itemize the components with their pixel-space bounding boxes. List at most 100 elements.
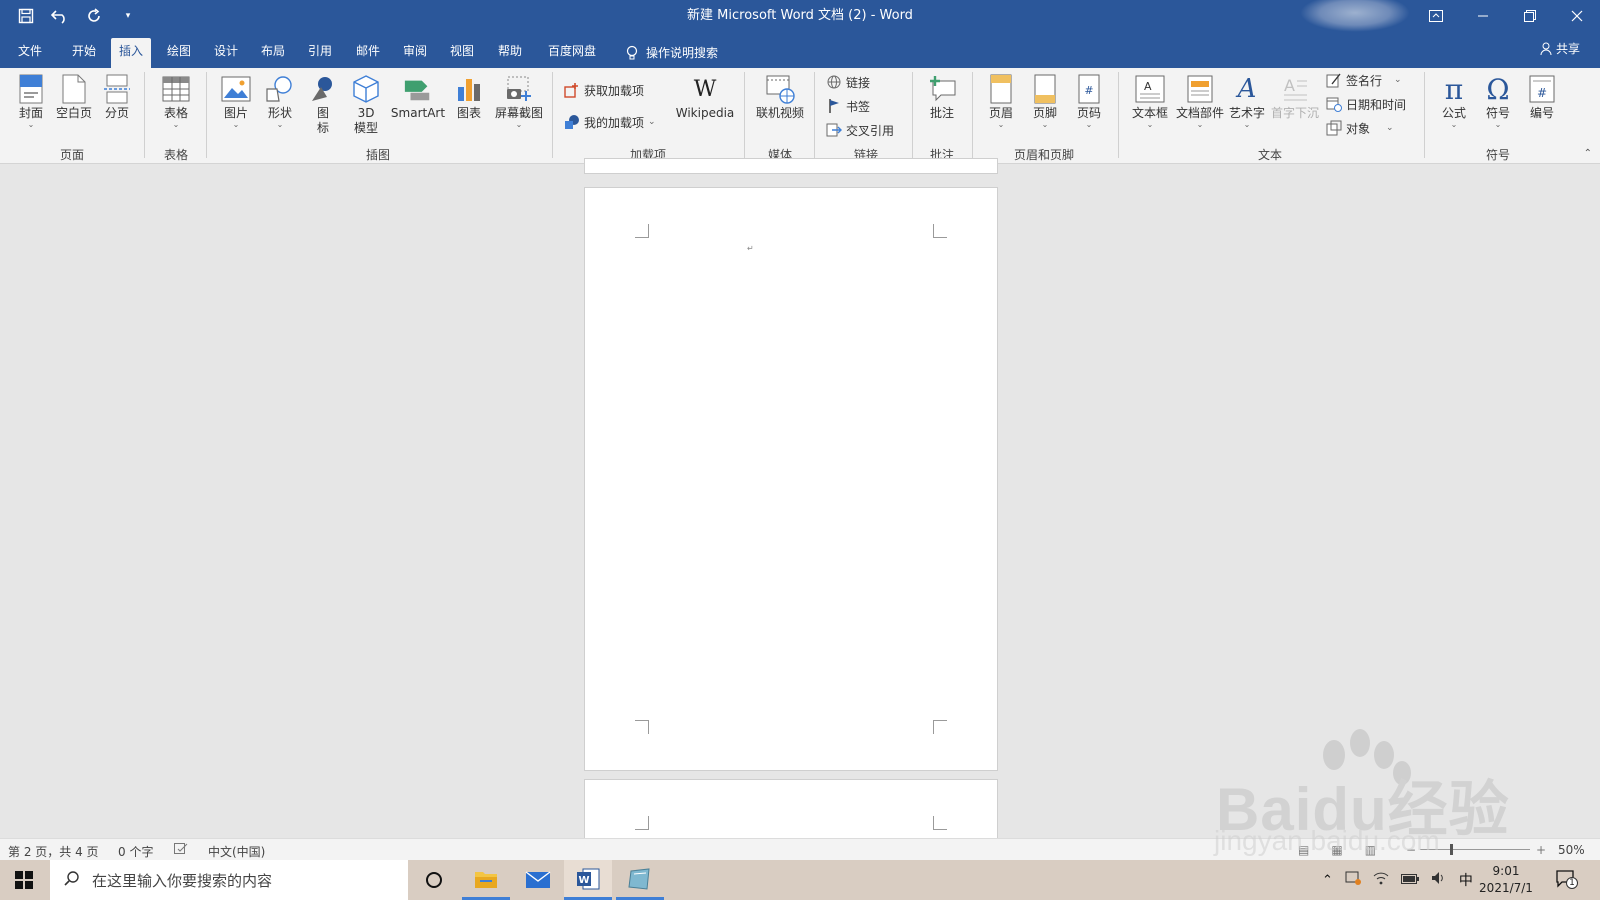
volume-icon[interactable] xyxy=(1431,871,1447,889)
print-layout-icon[interactable]: ▦ xyxy=(1331,843,1342,857)
page-1-bottom[interactable] xyxy=(584,158,998,174)
zoom-in-icon[interactable]: + xyxy=(1536,843,1546,857)
battery-icon[interactable] xyxy=(1400,873,1419,888)
tab-design[interactable]: 设计 xyxy=(206,38,246,68)
my-addins-button[interactable]: 我的加载项 ⌄ xyxy=(564,112,656,132)
footer-button[interactable]: 页脚 ⌄ xyxy=(1030,74,1060,129)
blank-page-label: 空白页 xyxy=(55,106,92,120)
link-button[interactable]: 链接 xyxy=(826,72,870,92)
tab-insert[interactable]: 插入 xyxy=(111,38,152,68)
ribbon-display-icon[interactable] xyxy=(1412,0,1459,32)
tab-view[interactable]: 视图 xyxy=(442,38,482,68)
tab-help[interactable]: 帮助 xyxy=(490,38,530,68)
equation-button[interactable]: π 公式 ⌄ xyxy=(1436,74,1472,129)
collapse-ribbon-icon[interactable]: ⌃ xyxy=(1584,148,1592,159)
online-video-button[interactable]: 联机视频 xyxy=(752,74,808,121)
ribbon-tabs: 文件 开始 插入 绘图 设计 布局 引用 邮件 审阅 视图 帮助 百度网盘 操作… xyxy=(0,32,1600,68)
tab-mailings[interactable]: 邮件 xyxy=(348,38,388,68)
symbol-button[interactable]: Ω 符号 ⌄ xyxy=(1480,74,1516,129)
zoom-level[interactable]: 50% xyxy=(1558,843,1585,857)
file-explorer-icon[interactable] xyxy=(462,860,510,900)
wikipedia-button[interactable]: W Wikipedia xyxy=(670,74,740,121)
minimize-icon[interactable] xyxy=(1459,0,1506,32)
icons-button[interactable]: 图标 xyxy=(306,74,340,136)
mail-icon[interactable] xyxy=(514,860,562,900)
quick-parts-button[interactable]: 文档部件 ⌄ xyxy=(1174,74,1226,129)
tab-references[interactable]: 引用 xyxy=(300,38,340,68)
blank-page-button[interactable]: 空白页 xyxy=(54,74,94,121)
word-app-icon[interactable]: W xyxy=(564,860,612,900)
bookmark-button[interactable]: 书签 xyxy=(826,96,870,116)
svg-text:#: # xyxy=(1537,86,1547,100)
wifi-icon[interactable] xyxy=(1373,871,1389,889)
page-number-icon: # xyxy=(1074,74,1104,104)
online-video-label: 联机视频 xyxy=(755,106,804,120)
clock[interactable]: 9:01 2021/7/1 xyxy=(1474,863,1538,897)
group-separator xyxy=(1424,72,1425,158)
header-button[interactable]: 页眉 ⌄ xyxy=(986,74,1016,129)
tab-file[interactable]: 文件 xyxy=(10,38,50,68)
equation-dropdown-icon: ⌄ xyxy=(1450,120,1458,129)
date-time-button[interactable]: 日期和时间 xyxy=(1326,94,1406,114)
language-indicator[interactable]: 中文(中国) xyxy=(208,843,265,860)
tab-layout[interactable]: 布局 xyxy=(253,38,293,68)
object-icon xyxy=(1326,120,1342,136)
app-icon[interactable] xyxy=(616,860,664,900)
text-box-button[interactable]: A 文本框 ⌄ xyxy=(1128,74,1172,129)
zoom-slider-thumb[interactable] xyxy=(1450,844,1453,855)
wordart-button[interactable]: A 艺术字 ⌄ xyxy=(1226,74,1268,129)
object-button[interactable]: 对象 ⌄ xyxy=(1326,118,1394,138)
tab-home[interactable]: 开始 xyxy=(64,38,104,68)
taskbar-search-input[interactable]: 在这里输入你要搜索的内容 xyxy=(50,860,408,900)
chevron-up-icon[interactable]: ⌃ xyxy=(1322,873,1333,888)
page-break-button[interactable]: 分页 xyxy=(100,74,134,121)
ime-indicator[interactable]: 中 xyxy=(1459,870,1473,890)
zoom-out-icon[interactable]: − xyxy=(1406,843,1416,857)
clock-date: 2021/7/1 xyxy=(1479,881,1533,895)
crop-mark-top-left xyxy=(635,816,649,830)
share-button[interactable]: 共享 xyxy=(1540,40,1580,57)
security-icon[interactable] xyxy=(1345,871,1361,889)
cover-dropdown-icon: ⌄ xyxy=(27,120,35,129)
close-icon[interactable] xyxy=(1553,0,1600,32)
web-layout-icon[interactable]: ▥ xyxy=(1365,843,1376,857)
footer-icon xyxy=(1030,74,1060,104)
tab-review[interactable]: 审阅 xyxy=(395,38,435,68)
windows-start-icon[interactable] xyxy=(0,860,48,900)
page-count[interactable]: 第 2 页，共 4 页 xyxy=(8,843,99,860)
smartart-button[interactable]: SmartArt xyxy=(388,74,448,121)
page-number-button[interactable]: # 页码 ⌄ xyxy=(1074,74,1104,129)
word-count[interactable]: 0 个字 xyxy=(118,843,153,860)
cortana-icon[interactable] xyxy=(410,860,458,900)
screenshot-button[interactable]: 屏幕截图 ⌄ xyxy=(490,74,548,129)
tab-baidu-netdisk[interactable]: 百度网盘 xyxy=(540,38,604,68)
picture-button[interactable]: 图片 ⌄ xyxy=(218,74,254,129)
page-2[interactable]: ↵ xyxy=(584,187,998,771)
chart-button[interactable]: 图表 xyxy=(452,74,486,121)
proofing-icon[interactable] xyxy=(174,843,188,858)
document-canvas[interactable]: ↵ xyxy=(0,158,1600,849)
header-icon xyxy=(986,74,1016,104)
restore-icon[interactable] xyxy=(1506,0,1553,32)
number-button[interactable]: # 编号 xyxy=(1524,74,1560,121)
crop-mark-top-right xyxy=(933,816,947,830)
cover-page-button[interactable]: 封面 ⌄ xyxy=(14,74,48,129)
tell-me-search[interactable]: 操作说明搜索 xyxy=(618,38,726,68)
notification-icon[interactable]: 1 xyxy=(1556,870,1578,891)
get-addins-button[interactable]: 获取加载项 xyxy=(564,80,644,100)
page-number-label: 页码 xyxy=(1076,106,1101,120)
read-mode-icon[interactable]: ▤ xyxy=(1298,843,1309,857)
cross-reference-button[interactable]: 交叉引用 xyxy=(826,120,894,140)
drop-cap-button[interactable]: A 首字下沉 xyxy=(1270,74,1320,121)
tab-draw[interactable]: 绘图 xyxy=(159,38,199,68)
new-comment-button[interactable]: 批注 xyxy=(924,74,960,121)
bookmark-label: 书签 xyxy=(846,99,871,114)
shapes-button[interactable]: 形状 ⌄ xyxy=(262,74,298,129)
3d-models-button[interactable]: 3D 模型 xyxy=(348,74,384,136)
wordart-icon: A xyxy=(1237,73,1257,104)
table-button[interactable]: 表格 ⌄ xyxy=(158,74,194,129)
comment-icon xyxy=(927,74,957,104)
store-icon xyxy=(564,82,580,98)
zoom-slider[interactable] xyxy=(1420,849,1530,850)
signature-line-button[interactable]: 签名行 ⌄ xyxy=(1326,70,1402,90)
